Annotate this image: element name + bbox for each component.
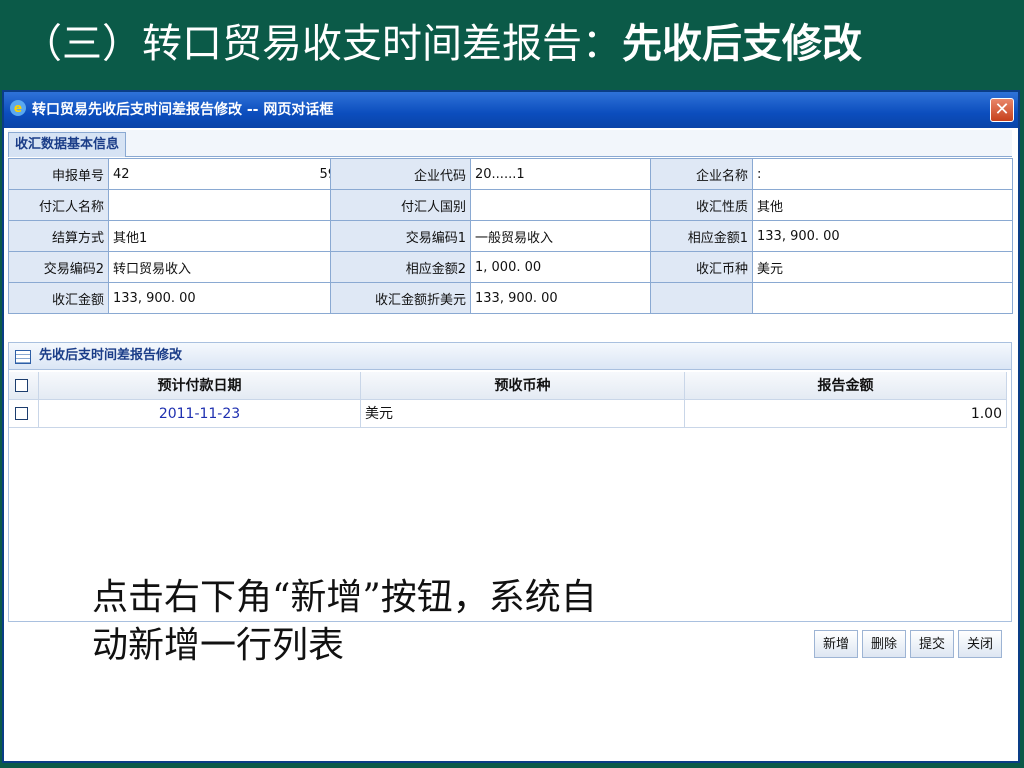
slide-title-prefix: （三）转口贸易收支时间差报告： (22, 21, 622, 67)
label-trade-code-2: 交易编码2 (8, 251, 109, 283)
annotation-line-1: 点击右下角“新增”按钮，系统自 (92, 577, 597, 618)
label-receipt-amount-usd: 收汇金额折美元 (330, 282, 471, 314)
info-row: 交易编码2 转口贸易收入 相应金额2 1, 000. 00 收汇币种 美元 (8, 251, 1013, 283)
info-row: 申报单号 42 59 企业代码 20......1 企业名称 : (8, 158, 1013, 190)
label-company-name: 企业名称 (650, 158, 753, 190)
declaration-no-start: 42 (113, 166, 130, 182)
dialog-window: e 转口贸易先收后支时间差报告修改 -- 网页对话框 ✕ 收汇数据基本信息 申报… (2, 90, 1020, 763)
close-icon[interactable]: ✕ (990, 98, 1014, 122)
row-currency[interactable]: 美元 (361, 400, 685, 428)
value-amount-2: 1, 000. 00 (470, 251, 651, 283)
label-payer-name: 付汇人名称 (8, 189, 109, 221)
dialog-titlebar[interactable]: e 转口贸易先收后支时间差报告修改 -- 网页对话框 ✕ (4, 92, 1018, 128)
label-receipt-currency: 收汇币种 (650, 251, 753, 283)
value-receipt-nature: 其他 (752, 189, 1013, 221)
tab-basic-info[interactable]: 收汇数据基本信息 (8, 132, 127, 157)
submit-button[interactable]: 提交 (909, 630, 954, 658)
row-date[interactable]: 2011-11-23 (39, 400, 361, 428)
header-advance-currency[interactable]: 预收币种 (361, 372, 685, 400)
label-receipt-nature: 收汇性质 (650, 189, 753, 221)
value-payer-name (108, 189, 331, 221)
value-amount-1: 133, 900. 00 (752, 220, 1013, 252)
close-button[interactable]: 关闭 (957, 630, 1002, 658)
empty-label-cell (650, 282, 753, 314)
select-all-checkbox[interactable] (15, 379, 28, 392)
value-trade-code-1: 一般贸易收入 (470, 220, 651, 252)
value-settlement-method: 其他1 (108, 220, 331, 252)
empty-value-cell (752, 282, 1013, 314)
slide-title: （三）转口贸易收支时间差报告：先收后支修改 (22, 8, 862, 80)
info-row: 结算方式 其他1 交易编码1 一般贸易收入 相应金额1 133, 900. 00 (8, 220, 1013, 252)
label-company-code: 企业代码 (330, 158, 471, 190)
value-company-name: : (752, 158, 1013, 190)
tab-strip: 收汇数据基本信息 (8, 130, 1012, 157)
info-row: 付汇人名称 付汇人国别 收汇性质 其他 (8, 189, 1013, 221)
row-checkbox[interactable] (15, 407, 28, 420)
table-row[interactable]: 2011-11-23 美元 1.00 (9, 400, 1007, 428)
label-amount-1: 相应金额1 (650, 220, 753, 252)
report-panel-header: 先收后支时间差报告修改 (8, 342, 1012, 370)
label-amount-2: 相应金额2 (330, 251, 471, 283)
dialog-title: 转口贸易先收后支时间差报告修改 -- 网页对话框 (32, 102, 334, 118)
annotation-line-2: 动新增一行列表 (92, 625, 345, 666)
value-receipt-amount: 133, 900. 00 (108, 282, 331, 314)
ie-icon: e (10, 100, 26, 116)
row-amount[interactable]: 1.00 (685, 400, 1007, 428)
declaration-no-end: 59 (319, 166, 330, 182)
header-expected-payment-date[interactable]: 预计付款日期 (39, 372, 361, 400)
label-settlement-method: 结算方式 (8, 220, 109, 252)
label-receipt-amount: 收汇金额 (8, 282, 109, 314)
header-report-amount[interactable]: 报告金额 (685, 372, 1007, 400)
value-trade-code-2: 转口贸易收入 (108, 251, 331, 283)
report-panel-title: 先收后支时间差报告修改 (39, 348, 183, 363)
delete-button[interactable]: 删除 (861, 630, 906, 658)
value-receipt-amount-usd: 133, 900. 00 (470, 282, 651, 314)
instruction-annotation: 点击右下角“新增”按钮，系统自 动新增一行列表 (92, 574, 792, 670)
button-bar: 新增 删除 提交 关闭 (810, 630, 1002, 660)
value-receipt-currency: 美元 (752, 251, 1013, 283)
value-declaration-no: 42 59 (108, 158, 331, 190)
value-payer-country (470, 189, 651, 221)
grid-header-row: 预计付款日期 预收币种 报告金额 (9, 372, 1007, 400)
grid-icon (15, 350, 31, 364)
label-trade-code-1: 交易编码1 (330, 220, 471, 252)
masked-region (129, 167, 320, 181)
add-button[interactable]: 新增 (813, 630, 858, 658)
basic-info-table: 申报单号 42 59 企业代码 20......1 企业名称 : 付汇人名称 付汇… (8, 158, 1013, 314)
label-payer-country: 付汇人国别 (330, 189, 471, 221)
row-select-cell (9, 400, 39, 428)
info-row: 收汇金额 133, 900. 00 收汇金额折美元 133, 900. 00 (8, 282, 1013, 314)
label-declaration-no: 申报单号 (8, 158, 109, 190)
value-company-code: 20......1 (470, 158, 651, 190)
select-all-cell (9, 372, 39, 400)
slide-title-bold: 先收后支修改 (622, 21, 862, 67)
